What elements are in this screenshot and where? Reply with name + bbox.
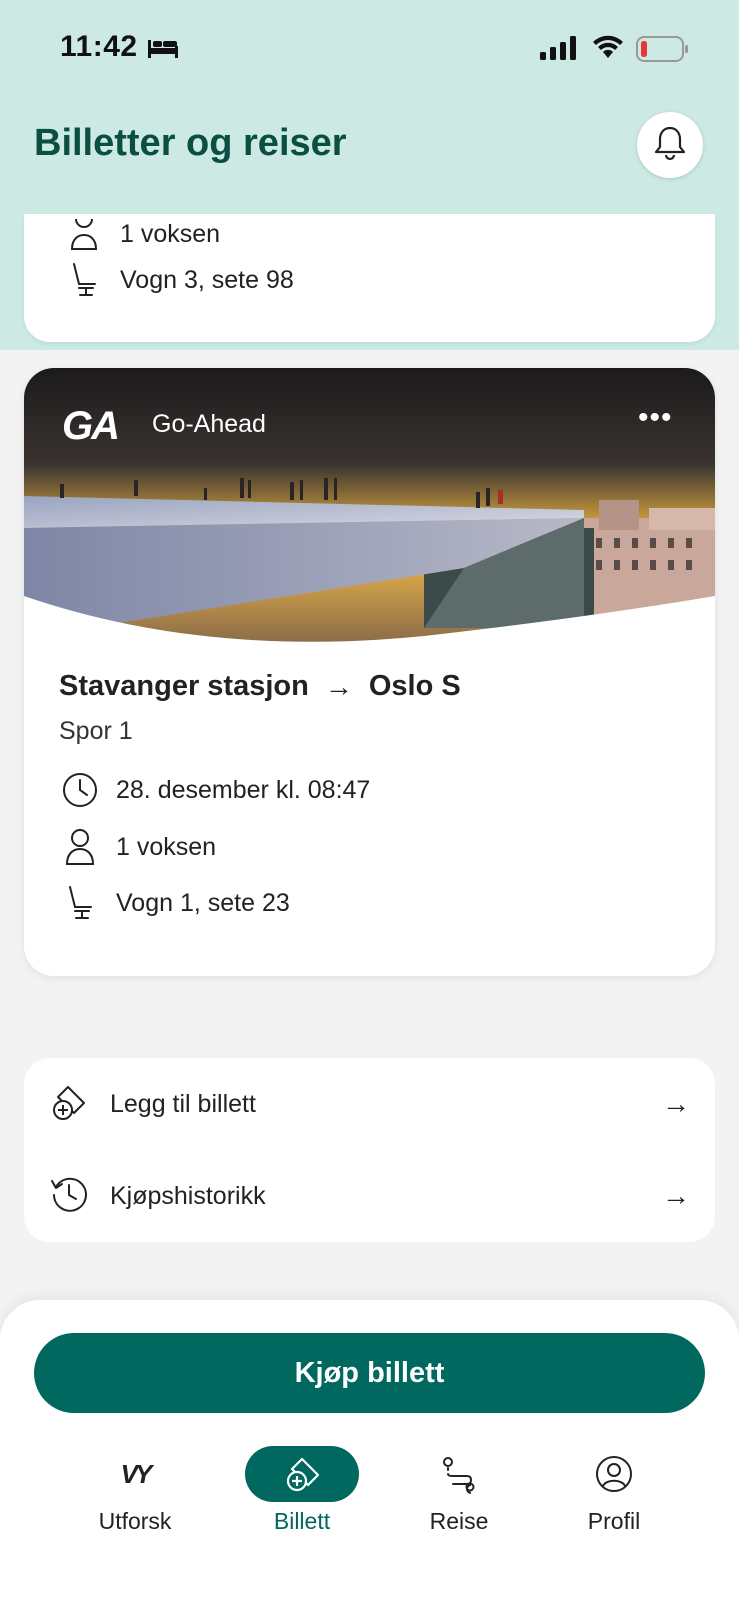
ticket-cover-image — [24, 368, 715, 644]
add-ticket-icon — [50, 1083, 88, 1126]
route: Stavanger stasjon → Oslo S — [59, 670, 461, 703]
tab-label: Utforsk — [98, 1508, 172, 1534]
departure-row: 28. desember kl. 08:47 — [60, 770, 370, 810]
seat-row: Vogn 3, sete 98 — [64, 260, 294, 300]
passenger-row: 1 voksen — [60, 827, 216, 867]
operator-logo: GA — [62, 404, 120, 448]
vy-logo-icon: VY — [120, 1458, 153, 1489]
cellular-signal-icon — [540, 36, 576, 65]
seat-info: Vogn 3, sete 98 — [120, 265, 294, 294]
status-time: 11:42 — [60, 30, 138, 63]
add-ticket-item[interactable]: Legg til billett → — [24, 1058, 715, 1150]
departure-time: 28. desember kl. 08:47 — [116, 775, 371, 804]
history-icon — [50, 1175, 88, 1218]
route-origin: Stavanger stasjon — [59, 670, 309, 702]
route-icon — [402, 1446, 516, 1502]
battery-icon — [636, 36, 690, 67]
seat-info: Vogn 1, sete 23 — [116, 888, 290, 917]
route-destination: Oslo S — [368, 670, 461, 702]
bell-icon — [653, 125, 687, 166]
passenger-count: 1 voksen — [116, 832, 217, 861]
sleep-mode-icon — [146, 36, 180, 65]
page-title: Billetter og reiser — [34, 122, 347, 164]
wifi-icon — [592, 34, 624, 65]
ticket-icon — [245, 1446, 359, 1502]
seat-icon — [64, 262, 104, 298]
tab-profil[interactable]: Profil — [549, 1446, 679, 1546]
notifications-button[interactable] — [637, 112, 703, 178]
seat-icon — [60, 885, 100, 921]
purchase-history-label: Kjøpshistorikk — [110, 1181, 266, 1210]
purchase-history-item[interactable]: Kjøpshistorikk → — [24, 1150, 715, 1242]
person-icon — [60, 828, 100, 866]
buy-ticket-button[interactable]: Kjøp billett — [34, 1333, 705, 1413]
person-icon — [64, 217, 104, 251]
route-arrow: → — [324, 670, 353, 702]
clock-icon — [60, 772, 100, 808]
arrow-right-icon: → — [662, 1088, 690, 1119]
tab-reise[interactable]: Reise — [394, 1446, 524, 1546]
platform: Spor 1 — [59, 717, 133, 745]
more-options-button[interactable]: ••• — [638, 403, 673, 433]
tab-label: Profil — [587, 1508, 641, 1534]
bottom-sheet: Kjøp billett VY Utforsk Billett Reise Pr… — [0, 1300, 739, 1600]
tab-label: Billett — [273, 1508, 331, 1534]
add-ticket-label: Legg til billett — [110, 1089, 256, 1118]
ticket-card-partial[interactable]: 1 voksen Vogn 3, sete 98 — [24, 214, 715, 342]
ticket-card[interactable]: GA Go-Ahead ••• Stavanger stasjon → Oslo… — [24, 368, 715, 976]
tab-billett[interactable]: Billett — [237, 1446, 367, 1546]
arrow-right-icon: → — [662, 1180, 690, 1211]
operator-name: Go-Ahead — [152, 410, 266, 438]
seat-row: Vogn 1, sete 23 — [60, 883, 290, 923]
status-bar: 11:42 — [0, 0, 739, 100]
ticket-actions-list: Legg til billett → Kjøpshistorikk → — [24, 1058, 715, 1242]
tab-utforsk[interactable]: VY Utforsk — [70, 1446, 200, 1546]
tab-label: Reise — [429, 1508, 489, 1534]
passenger-count: 1 voksen — [120, 219, 221, 248]
passenger-row: 1 voksen — [64, 214, 220, 254]
profile-icon — [557, 1446, 671, 1502]
